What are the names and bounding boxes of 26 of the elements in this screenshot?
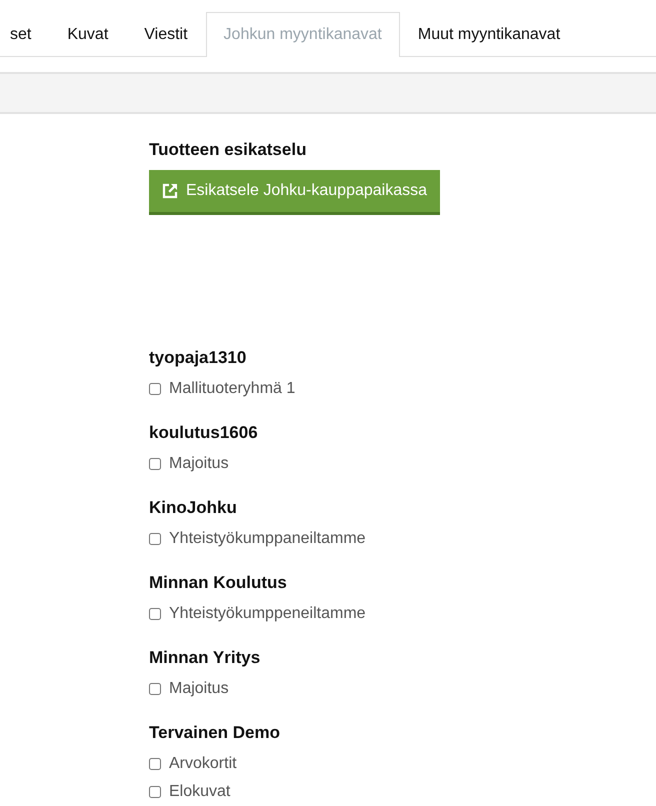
tab[interactable]: Kuvat	[49, 12, 126, 57]
group-heading: Tervainen Demo	[149, 722, 282, 744]
group-heading: KinoJohku	[149, 497, 238, 520]
checkbox[interactable]	[149, 383, 161, 396]
checkbox-label[interactable]: Yhteistyökumppaneiltamme	[169, 527, 366, 552]
checkbox[interactable]	[149, 683, 161, 696]
group-heading: koulutus1606	[149, 422, 259, 444]
checkbox[interactable]	[149, 608, 161, 620]
checkbox[interactable]	[149, 758, 161, 770]
checkbox-label[interactable]: Majoitus	[169, 452, 229, 476]
checkbox-label[interactable]: Elokuvat	[169, 780, 230, 804]
section-heading: Tuotteen esikatselu	[149, 140, 308, 160]
external-link-icon	[162, 183, 178, 200]
checkbox-label[interactable]: Mallituoteryhmä 1	[169, 377, 296, 402]
tab[interactable]: Viestit	[126, 12, 206, 57]
tab[interactable]: set	[0, 12, 50, 57]
checkbox[interactable]	[149, 458, 161, 470]
checkbox-label[interactable]: Arvokortit	[169, 752, 237, 776]
checkbox[interactable]	[149, 533, 161, 546]
checkbox-label[interactable]: Majoitus	[169, 677, 229, 702]
tab[interactable]: Muut myyntikanavat	[400, 12, 578, 57]
group-heading: tyopaja1310	[149, 347, 248, 370]
checkbox[interactable]	[149, 786, 161, 798]
group-heading: Minnan Koulutus	[149, 572, 288, 594]
group-heading: Minnan Yritys	[149, 647, 262, 670]
checkbox-label[interactable]: Yhteistyökumppeneiltamme	[169, 602, 366, 626]
